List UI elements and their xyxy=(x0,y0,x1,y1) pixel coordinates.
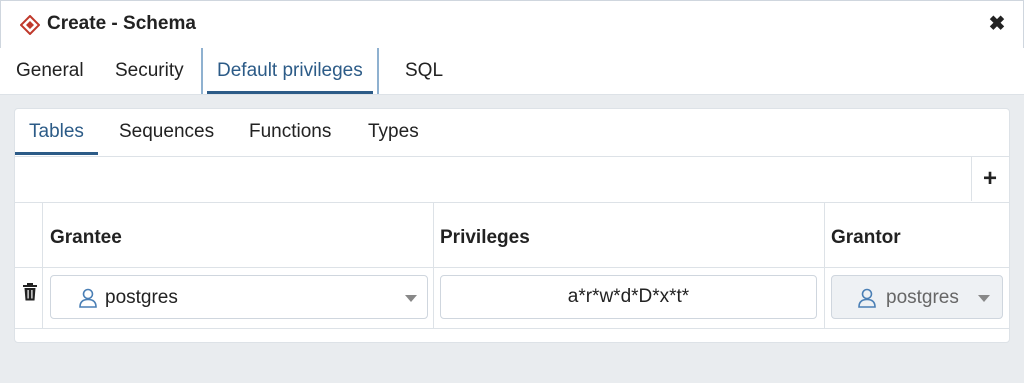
active-tab-indicator xyxy=(207,91,373,94)
close-icon: ✖ xyxy=(988,13,1006,35)
column-header-grantor: Grantor xyxy=(831,227,901,248)
user-icon xyxy=(858,288,876,308)
tab-default-privileges[interactable]: Default privileges xyxy=(201,48,379,94)
tab-label: Security xyxy=(115,60,184,81)
subtab-tables[interactable]: Tables xyxy=(15,109,98,155)
tab-general[interactable]: General xyxy=(16,48,84,94)
close-button[interactable]: ✖ xyxy=(985,11,1009,37)
tab-sql[interactable]: SQL xyxy=(405,48,443,94)
plus-icon: + xyxy=(982,165,997,192)
divider xyxy=(15,156,1009,157)
divider xyxy=(15,267,1009,268)
dialog-title: Create - Schema xyxy=(47,13,196,34)
divider xyxy=(15,202,1009,203)
schema-icon xyxy=(20,15,40,35)
privileges-panel: Tables Sequences Functions Types + Grant… xyxy=(14,108,1010,343)
trash-icon[interactable] xyxy=(22,283,38,301)
column-divider xyxy=(42,203,43,329)
subtab-label: Types xyxy=(368,121,419,142)
subtab-label: Functions xyxy=(249,121,332,142)
column-divider xyxy=(824,203,825,329)
subtab-sequences[interactable]: Sequences xyxy=(119,109,214,155)
main-tabbar: General Security Default privileges SQL xyxy=(0,48,1024,95)
subtab-functions[interactable]: Functions xyxy=(249,109,331,155)
tab-label: Default privileges xyxy=(217,60,363,81)
column-header-grantee: Grantee xyxy=(50,227,122,248)
column-header-privileges: Privileges xyxy=(440,227,530,248)
grantee-value: postgres xyxy=(105,287,178,308)
tab-security[interactable]: Security xyxy=(115,48,184,94)
tab-label: SQL xyxy=(405,60,444,81)
active-subtab-indicator xyxy=(15,152,98,155)
chevron-down-icon xyxy=(405,295,417,302)
privileges-value: a*r*w*d*D*x*t* xyxy=(567,286,690,307)
add-row-button[interactable]: + xyxy=(971,157,1009,201)
subtab-types[interactable]: Types xyxy=(368,109,419,155)
grantor-value: postgres xyxy=(886,287,959,308)
divider xyxy=(15,328,1009,329)
tab-label: General xyxy=(16,60,84,81)
subtab-label: Tables xyxy=(29,121,84,142)
dialog-titlebar: Create - Schema ✖ xyxy=(0,0,1024,49)
subtab-label: Sequences xyxy=(119,121,215,142)
privileges-field[interactable]: a*r*w*d*D*x*t* xyxy=(440,275,817,319)
chevron-down-icon xyxy=(978,295,990,302)
user-icon xyxy=(79,288,97,308)
grantee-select[interactable]: postgres xyxy=(50,275,428,319)
column-divider xyxy=(433,203,434,329)
grantor-select: postgres xyxy=(831,275,1003,319)
